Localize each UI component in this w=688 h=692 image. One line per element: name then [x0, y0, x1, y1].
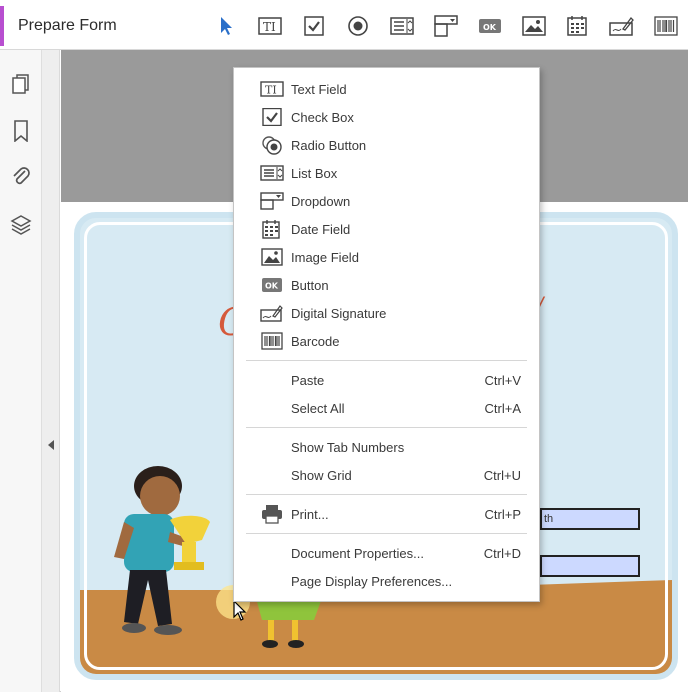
menu-item-page-display-preferences[interactable]: Page Display Preferences... — [234, 567, 539, 595]
menu-item-paste[interactable]: Paste Ctrl+V — [234, 366, 539, 394]
select-pointer-icon[interactable] — [214, 13, 240, 39]
list-box-icon[interactable] — [389, 13, 415, 39]
attachment-icon[interactable] — [9, 164, 33, 188]
collapse-arrow-icon[interactable] — [48, 440, 54, 450]
image-field-icon[interactable] — [521, 13, 547, 39]
digital-signature-icon[interactable] — [609, 13, 635, 39]
image-field-icon — [260, 248, 284, 266]
left-navigation-pane — [0, 50, 42, 692]
pages-icon[interactable] — [9, 72, 33, 96]
barcode-icon — [260, 332, 284, 350]
digital-signature-icon — [260, 304, 284, 322]
menu-item-text-field[interactable]: TI Text Field — [234, 75, 539, 103]
check-box-icon[interactable] — [301, 13, 327, 39]
menu-separator — [246, 494, 527, 495]
radio-button-icon[interactable] — [345, 13, 371, 39]
menu-item-image-field[interactable]: Image Field — [234, 243, 539, 271]
context-menu: TI Text Field Check Box Radio Button Lis… — [233, 67, 540, 602]
menu-item-dropdown[interactable]: Dropdown — [234, 187, 539, 215]
dropdown-icon — [260, 192, 284, 210]
menu-item-print[interactable]: Print... Ctrl+P — [234, 500, 539, 528]
layers-icon[interactable] — [9, 213, 33, 237]
bookmark-icon[interactable] — [9, 119, 33, 143]
tool-accent-bar — [0, 6, 4, 46]
svg-text:TI: TI — [265, 84, 277, 97]
menu-item-select-all[interactable]: Select All Ctrl+A — [234, 394, 539, 422]
menu-item-button[interactable]: OK Button — [234, 271, 539, 299]
radio-button-icon — [260, 136, 284, 155]
date-field-icon[interactable] — [565, 13, 591, 39]
text-field-icon: TI — [260, 80, 284, 98]
menu-item-document-properties[interactable]: Document Properties... Ctrl+D — [234, 539, 539, 567]
menu-item-list-box[interactable]: List Box — [234, 159, 539, 187]
button-icon: OK — [260, 276, 284, 294]
menu-item-check-box[interactable]: Check Box — [234, 103, 539, 131]
svg-text:OK: OK — [265, 282, 279, 291]
printer-icon — [260, 505, 284, 524]
check-box-icon — [260, 108, 284, 126]
list-box-icon — [260, 164, 284, 182]
boy-with-trophy-illustration — [114, 466, 210, 635]
menu-item-show-grid[interactable]: Show Grid Ctrl+U — [234, 461, 539, 489]
menu-separator — [246, 533, 527, 534]
menu-item-radio-button[interactable]: Radio Button — [234, 131, 539, 159]
prepare-form-toolbar: Prepare Form TI OK — [0, 0, 688, 50]
dropdown-icon[interactable] — [433, 13, 459, 39]
svg-text:OK: OK — [483, 23, 497, 32]
svg-text:TI: TI — [263, 20, 276, 34]
menu-separator — [246, 360, 527, 361]
pane-collapse-rail[interactable] — [42, 50, 60, 692]
button-icon[interactable]: OK — [477, 13, 503, 39]
text-field-icon[interactable]: TI — [257, 13, 283, 39]
menu-item-barcode[interactable]: Barcode — [234, 327, 539, 355]
menu-item-date-field[interactable]: Date Field — [234, 215, 539, 243]
menu-item-show-tab-numbers[interactable]: Show Tab Numbers — [234, 433, 539, 461]
barcode-icon[interactable] — [653, 13, 679, 39]
mouse-cursor-icon — [233, 600, 247, 621]
date-field-icon — [260, 220, 284, 239]
menu-separator — [246, 427, 527, 428]
toolbar-title: Prepare Form — [18, 17, 117, 34]
girl-illustration — [256, 598, 322, 648]
form-text-field-2[interactable] — [540, 555, 640, 577]
form-text-field-1[interactable]: th — [540, 508, 640, 530]
menu-item-digital-signature[interactable]: Digital Signature — [234, 299, 539, 327]
